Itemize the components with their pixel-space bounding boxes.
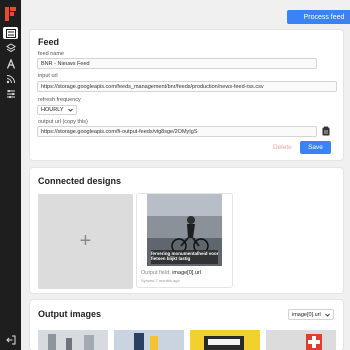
output-image-3[interactable] [190,330,260,350]
output-image-select[interactable]: image[0].url [288,309,334,320]
output-image-4[interactable] [266,330,336,350]
output-url-field[interactable]: https://storage.googleapis.com/fi-output… [37,126,317,137]
input-url-field[interactable]: https://storage.googleapis.com/feeds_man… [37,81,337,92]
output-field: Output field: image[0].url [141,270,201,276]
frequency-label: refresh frequency [38,97,81,103]
feed-name-input[interactable]: BNR - Nieuws Feed [37,58,317,69]
output-image-1[interactable] [38,330,108,350]
logout-icon[interactable] [3,334,18,346]
delete-button[interactable]: Delete [273,144,292,151]
layers-icon[interactable] [3,42,18,54]
main: Process feed Feed feed name BNR - Nieuws… [21,0,350,350]
synced-text: Synced 7 months ago [141,278,180,283]
output-field-value: image[0].url [172,270,201,276]
sliders-icon[interactable] [3,88,18,100]
connected-designs-title: Connected designs [38,176,122,186]
connected-designs-card: Connected designs + fervering monumental… [30,168,343,293]
output-field-label: Output field: [141,270,171,276]
list-icon[interactable] [3,27,18,39]
output-image-select-value: image[0].url [292,311,321,318]
clipboard-icon[interactable] [322,126,330,136]
frequency-select[interactable]: HOURLY [37,105,77,115]
rss-icon[interactable] [3,73,18,85]
design-card[interactable]: fervering monumentalheid voor fietsen bl… [137,194,232,287]
output-images-title: Output images [38,309,102,319]
plus-icon: + [79,230,92,252]
design-caption: fervering monumentalheid voor fietsen bl… [151,251,219,261]
feed-card: Feed feed name BNR - Nieuws Feed input u… [30,30,343,160]
chevron-down-icon [67,108,73,112]
frequency-value: HOURLY [41,107,64,113]
output-url-label: output url (copy this) [38,119,88,125]
input-url-label: input url [38,73,58,79]
text-icon[interactable] [3,58,18,70]
logo [5,7,16,21]
output-images-card: Output images image[0].url [30,300,343,350]
save-button[interactable]: Save [300,141,331,154]
feed-title: Feed [38,37,60,47]
chevron-down-icon [324,313,330,317]
output-image-2[interactable] [114,330,184,350]
feed-name-label: feed name [38,51,64,57]
add-design-button[interactable]: + [38,194,133,289]
sidebar [0,0,21,350]
process-feed-button[interactable]: Process feed [287,10,350,24]
